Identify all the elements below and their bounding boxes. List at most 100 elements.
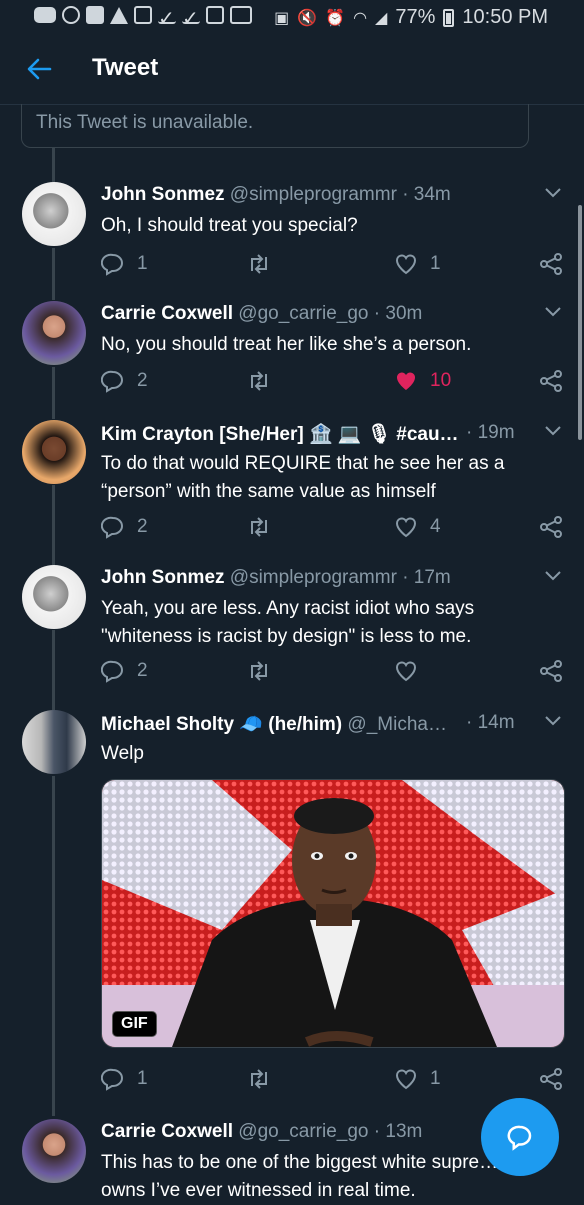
heart-icon: [396, 254, 416, 275]
author-name[interactable]: Michael Sholty 🧢 (he/him): [101, 714, 342, 735]
avatar[interactable]: [22, 1119, 86, 1183]
chevron-down-icon[interactable]: [544, 305, 562, 323]
tweet-text: Oh, I should treat you special?: [101, 215, 358, 236]
unavailable-tweet-notice: This Tweet is unavailable.: [21, 104, 529, 148]
tweet-actions: 2 4: [101, 515, 571, 539]
tweet-text: No, you should treat her like she’s a pe…: [101, 334, 472, 355]
like-button[interactable]: [394, 659, 430, 683]
image-icon: [134, 6, 152, 24]
timestamp[interactable]: · 17m: [402, 567, 451, 588]
heart-icon: [396, 1069, 416, 1090]
thread-connector: [52, 148, 55, 182]
tweet-text: To do that would REQUIRE that he see her…: [101, 453, 505, 502]
reply-button[interactable]: 1: [101, 1067, 148, 1091]
folder-icon: [86, 6, 104, 24]
share-icon: [540, 370, 562, 392]
timestamp[interactable]: · 13m: [374, 1121, 423, 1142]
retweet-button[interactable]: [246, 369, 272, 393]
battery-saver-icon: ▣: [274, 9, 290, 27]
avatar[interactable]: [22, 710, 86, 774]
reply-icon: [101, 660, 123, 683]
author-name[interactable]: Carrie Coxwell: [101, 303, 233, 324]
wifi-icon: ◠: [353, 9, 368, 27]
author-name[interactable]: Carrie Coxwell: [101, 1121, 233, 1142]
gif-badge: GIF: [112, 1011, 157, 1037]
share-icon: [540, 253, 562, 275]
share-icon: [540, 1068, 562, 1090]
tweet-actions: 1 1: [101, 1067, 571, 1091]
status-bar: ✓ ✓ ▣ 🔇 ⏰ ◠ ◢ 77% 10:50 PM: [0, 0, 584, 36]
reply-count: 1: [137, 253, 148, 274]
like-button[interactable]: 1: [394, 252, 441, 276]
reply-count: 2: [137, 370, 148, 391]
reply-icon: [101, 253, 123, 276]
retweet-button[interactable]: [246, 1067, 272, 1091]
clock: 10:50 PM: [462, 6, 548, 28]
timestamp[interactable]: · 14m: [466, 712, 515, 734]
like-button[interactable]: 4: [394, 515, 441, 539]
gif-image: [102, 780, 564, 1047]
avatar[interactable]: [22, 420, 86, 484]
author-handle[interactable]: @_Micha…: [347, 714, 447, 735]
share-button[interactable]: [539, 659, 563, 683]
reply-button[interactable]: 1: [101, 252, 148, 276]
chevron-down-icon[interactable]: [544, 569, 562, 587]
retweet-button[interactable]: [246, 659, 272, 683]
reply-icon: [101, 516, 123, 539]
chevron-down-icon[interactable]: [544, 186, 562, 204]
author-name[interactable]: Kim Crayton [She/Her] 🏦 💻 🎙 #cau…: [101, 424, 459, 445]
reply-count: 2: [137, 516, 148, 537]
timestamp[interactable]: · 34m: [402, 184, 451, 205]
compose-reply-button[interactable]: [481, 1098, 559, 1176]
share-icon: [540, 660, 562, 682]
author-handle[interactable]: @go_carrie_go: [238, 303, 368, 324]
avatar[interactable]: [22, 182, 86, 246]
like-count: 10: [430, 370, 452, 391]
like-button[interactable]: 10: [394, 369, 451, 393]
like-count: 1: [430, 253, 441, 274]
share-button[interactable]: [539, 1067, 563, 1091]
check-icon: ✓: [158, 8, 176, 30]
thread-connector: [52, 630, 55, 710]
warning-icon: [110, 6, 128, 24]
author-handle[interactable]: @go_carrie_go: [238, 1121, 368, 1142]
reply-button[interactable]: 2: [101, 659, 148, 683]
author-name[interactable]: John Sonmez: [101, 567, 225, 588]
retweet-button[interactable]: [246, 515, 272, 539]
gif-media[interactable]: GIF: [101, 779, 565, 1048]
scrollbar[interactable]: [578, 205, 582, 440]
author-handle[interactable]: @simpleprogrammr: [230, 567, 397, 588]
mute-icon: 🔇: [297, 9, 318, 27]
tweet-text: Welp: [101, 743, 144, 764]
author-name[interactable]: John Sonmez: [101, 184, 225, 205]
top-app-bar: Tweet: [0, 36, 584, 105]
tweet-actions: 2 10: [101, 369, 571, 393]
reply-icon: [101, 1068, 123, 1091]
system-status: ▣ 🔇 ⏰ ◠ ◢ 77% 10:50 PM: [274, 6, 548, 29]
retweet-icon: [251, 371, 267, 391]
alarm-icon: ⏰: [325, 9, 346, 27]
share-button[interactable]: [539, 515, 563, 539]
compose-reply-icon: [507, 1125, 532, 1151]
like-count: 1: [430, 1068, 441, 1089]
retweet-button[interactable]: [246, 252, 272, 276]
tweet-text: Yeah, you are less. Any racist idiot who…: [101, 598, 475, 647]
reply-button[interactable]: 2: [101, 515, 148, 539]
reply-button[interactable]: 2: [101, 369, 148, 393]
arrow-left-icon[interactable]: [26, 56, 52, 86]
chevron-down-icon[interactable]: [544, 424, 562, 442]
share-button[interactable]: [539, 369, 563, 393]
chevron-down-icon[interactable]: [544, 714, 562, 732]
author-handle[interactable]: @simpleprogrammr: [230, 184, 397, 205]
retweet-icon: [251, 254, 267, 274]
like-count: 4: [430, 516, 441, 537]
avatar[interactable]: [22, 301, 86, 365]
share-button[interactable]: [539, 252, 563, 276]
battery-percent: 77%: [395, 6, 436, 28]
like-button[interactable]: 1: [394, 1067, 441, 1091]
avatar[interactable]: [22, 565, 86, 629]
timestamp[interactable]: · 19m: [466, 422, 515, 444]
youtube-icon: [34, 7, 56, 23]
timestamp[interactable]: · 30m: [374, 303, 423, 324]
thread-connector: [52, 367, 55, 419]
